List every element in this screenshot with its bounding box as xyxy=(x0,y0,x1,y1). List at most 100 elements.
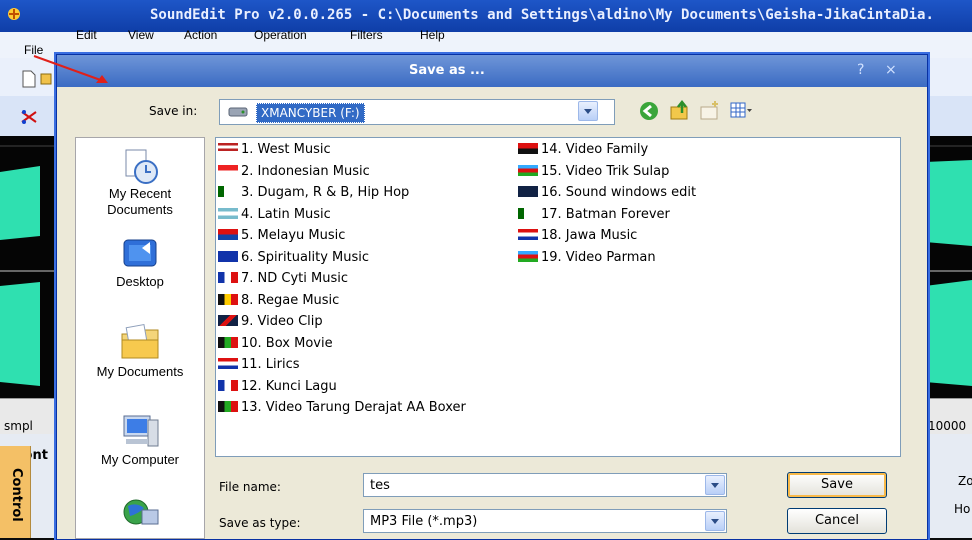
file-list-item-label: 13. Video Tarung Derajat AA Boxer xyxy=(241,400,466,415)
zoom-label: Zo xyxy=(958,474,972,488)
file-list-item-label: 17. Batman Forever xyxy=(541,206,670,222)
places-bar: My Recent Documents Desktop My Documents … xyxy=(75,137,205,539)
menu-view[interactable]: View xyxy=(128,28,154,42)
save-type-value: MP3 File (*.mp3) xyxy=(370,514,478,529)
file-list-item[interactable]: 6. Spirituality Music xyxy=(218,250,369,270)
save-in-label: Save in: xyxy=(149,104,198,118)
file-list-item[interactable]: 1. West Music xyxy=(218,142,331,162)
folder-flag-icon xyxy=(218,207,238,219)
folder-flag-icon xyxy=(518,164,538,176)
place-my-documents[interactable]: My Documents xyxy=(76,320,204,380)
app-title: SoundEdit Pro v2.0.0.265 - C:\Documents … xyxy=(150,7,934,23)
ruler-left-label: smpl xyxy=(4,419,33,433)
my-computer-icon xyxy=(123,415,159,447)
folder-flag-icon xyxy=(218,401,238,412)
save-as-dialog: Save as ... ? × Save in: XMANCYBER (F:) … xyxy=(56,54,928,540)
dialog-title-bar[interactable]: Save as ... ? × xyxy=(57,55,927,87)
desktop-icon xyxy=(123,239,157,267)
file-list-item-label: 1. West Music xyxy=(241,142,331,157)
place-recent-documents[interactable]: My Recent Documents xyxy=(76,146,204,218)
folder-flag-icon xyxy=(218,143,238,154)
file-list-item[interactable]: 5. Melayu Music xyxy=(218,228,345,248)
save-in-dropdown-arrow[interactable] xyxy=(578,101,598,121)
folder-flag-icon xyxy=(218,229,238,240)
view-menu-icon[interactable] xyxy=(729,99,753,121)
file-list-item-label: 15. Video Trik Sulap xyxy=(541,163,670,179)
file-list[interactable]: 1. West Music 2. Indonesian Music 3. Dugam… xyxy=(215,137,901,457)
file-list-item-label: 4. Latin Music xyxy=(241,206,331,222)
menu-filters[interactable]: Filters xyxy=(350,28,383,42)
file-name-input[interactable]: tes xyxy=(363,473,727,497)
app-logo-icon xyxy=(8,8,20,20)
folder-flag-icon xyxy=(518,229,538,240)
file-list-item-label: 11. Lirics xyxy=(241,357,300,372)
control-tab-label: Control xyxy=(9,468,24,522)
folder-flag-icon xyxy=(218,358,238,369)
file-list-item[interactable]: 18. Jawa Music xyxy=(518,228,637,248)
place-label: Desktop xyxy=(116,274,164,289)
dialog-body: Save in: XMANCYBER (F:) My Recent Documen… xyxy=(59,87,925,539)
file-list-item[interactable]: 16. Sound windows edit xyxy=(518,185,696,205)
save-type-dropdown-arrow[interactable] xyxy=(705,511,725,531)
save-button[interactable]: Save xyxy=(787,472,887,498)
help-icon[interactable]: ? xyxy=(857,62,864,78)
annotation-arrow-icon xyxy=(33,55,108,83)
file-list-item[interactable]: 7. ND Cyti Music xyxy=(218,271,348,291)
up-folder-icon[interactable] xyxy=(669,99,691,121)
new-folder-icon[interactable] xyxy=(699,99,721,121)
file-name-dropdown-arrow[interactable] xyxy=(705,475,725,495)
menu-operation[interactable]: Operation xyxy=(254,28,307,42)
folder-flag-icon xyxy=(518,186,538,197)
my-documents-icon xyxy=(121,324,159,359)
menu-action[interactable]: Action xyxy=(184,28,217,42)
place-network[interactable] xyxy=(76,494,204,534)
save-type-label: Save as type: xyxy=(219,516,301,530)
file-list-item[interactable]: 8. Regae Music xyxy=(218,293,339,313)
horizontal-label: Ho xyxy=(954,502,971,516)
cancel-button[interactable]: Cancel xyxy=(787,508,887,534)
file-list-item[interactable]: 4. Latin Music xyxy=(218,207,331,227)
file-name-label: File name: xyxy=(219,480,281,494)
back-icon[interactable] xyxy=(639,101,659,121)
folder-flag-icon xyxy=(218,272,238,283)
folder-flag-icon xyxy=(218,293,238,305)
folder-flag-icon xyxy=(218,336,238,348)
file-list-item[interactable]: 14. Video Family xyxy=(518,142,648,162)
trim-icon[interactable] xyxy=(20,108,38,126)
folder-flag-icon xyxy=(518,143,538,154)
folder-flag-icon xyxy=(518,250,538,262)
folder-flag-icon xyxy=(218,379,238,391)
file-list-item[interactable]: 13. Video Tarung Derajat AA Boxer xyxy=(218,400,466,420)
menu-help[interactable]: Help xyxy=(420,28,445,42)
control-vertical-tab[interactable]: Control xyxy=(0,446,31,538)
file-list-item[interactable]: 3. Dugam, R & B, Hip Hop xyxy=(218,185,409,205)
file-list-item[interactable]: 12. Kunci Lagu xyxy=(218,379,337,399)
recent-documents-icon xyxy=(125,149,158,184)
file-list-item[interactable]: 2. Indonesian Music xyxy=(218,164,370,184)
file-list-item-label: 19. Video Parman xyxy=(541,249,656,265)
file-list-item-label: 3. Dugam, R & B, Hip Hop xyxy=(241,185,410,200)
file-list-item[interactable]: 9. Video Clip xyxy=(218,314,323,334)
folder-flag-icon xyxy=(218,250,238,262)
file-list-item-label: 14. Video Family xyxy=(541,142,649,157)
folder-flag-icon xyxy=(218,186,238,197)
file-list-item[interactable]: 17. Batman Forever xyxy=(518,207,670,227)
file-list-item[interactable]: 10. Box Movie xyxy=(218,336,333,356)
menu-edit[interactable]: Edit xyxy=(76,28,97,42)
ruler-right-label: 10000 xyxy=(928,419,967,433)
file-list-item-label: 12. Kunci Lagu xyxy=(241,378,337,394)
place-label: My Recent Documents xyxy=(107,186,173,217)
drive-icon xyxy=(228,107,248,117)
save-in-dropdown[interactable]: XMANCYBER (F:) xyxy=(219,99,615,125)
file-list-item-label: 10. Box Movie xyxy=(241,335,333,351)
save-in-value: XMANCYBER (F:) xyxy=(256,103,365,123)
place-my-computer[interactable]: My Computer xyxy=(76,412,204,468)
file-list-item[interactable]: 15. Video Trik Sulap xyxy=(518,164,669,184)
place-desktop[interactable]: Desktop xyxy=(76,234,204,290)
folder-flag-icon xyxy=(218,315,238,326)
file-list-item[interactable]: 19. Video Parman xyxy=(518,250,656,270)
network-icon xyxy=(123,499,159,525)
close-icon[interactable]: × xyxy=(885,62,897,78)
file-list-item[interactable]: 11. Lirics xyxy=(218,357,300,377)
save-type-select[interactable]: MP3 File (*.mp3) xyxy=(363,509,727,533)
